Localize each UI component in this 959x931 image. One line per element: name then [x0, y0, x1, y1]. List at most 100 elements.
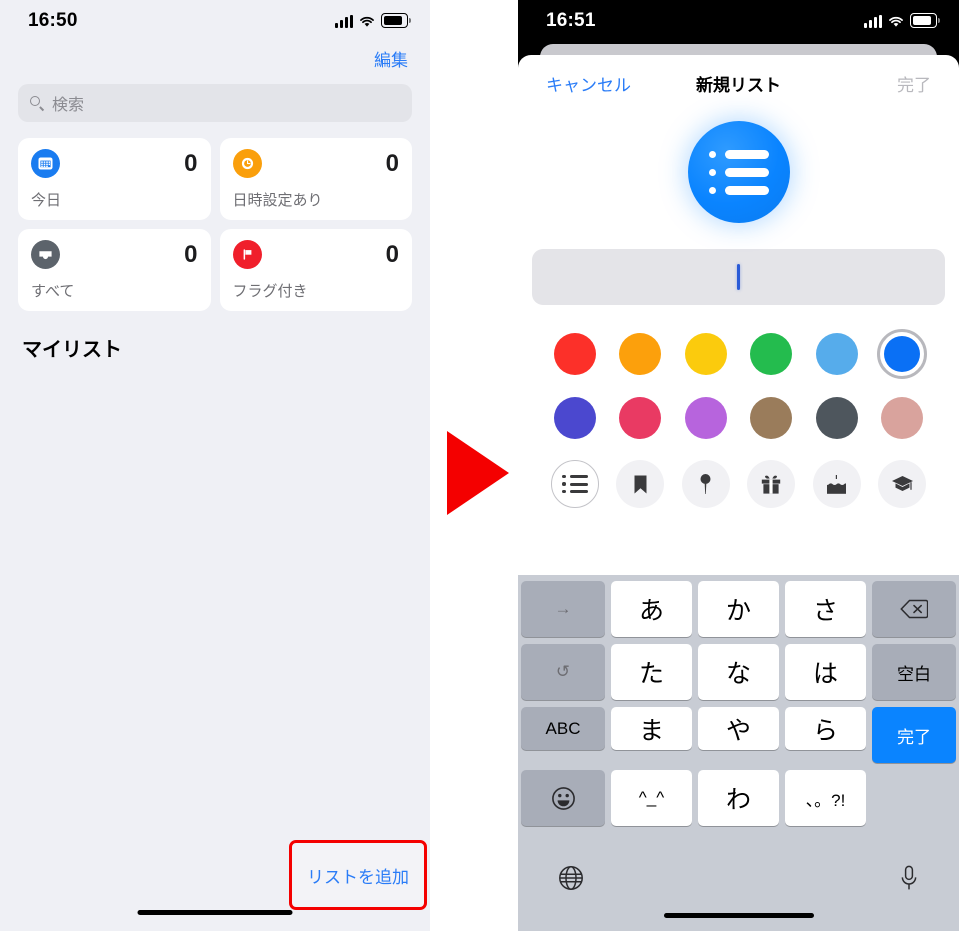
- home-indicator: [137, 910, 293, 915]
- globe-icon[interactable]: [558, 865, 584, 898]
- key-a[interactable]: あ: [611, 581, 692, 637]
- icon-option-list[interactable]: [550, 460, 599, 508]
- home-indicator: [663, 913, 814, 918]
- card-count: 0: [184, 149, 198, 177]
- icon-option-graduation-cap[interactable]: [878, 460, 927, 508]
- graduation-cap-icon: [891, 476, 913, 491]
- key-kaomoji[interactable]: ^_^: [611, 770, 692, 826]
- key-ma[interactable]: ま: [611, 707, 692, 750]
- key-wa[interactable]: わ: [698, 770, 779, 826]
- right-status-bar: 16:51: [518, 0, 959, 44]
- card-top-row: 0: [31, 149, 198, 178]
- icon-option-pin[interactable]: [681, 460, 730, 508]
- smart-list-card-flagged[interactable]: 0 フラグ付き: [219, 229, 412, 311]
- search-icon: [30, 95, 45, 111]
- card-label: フラグ付き: [232, 283, 308, 300]
- smart-list-card-all[interactable]: 0 すべて: [18, 229, 211, 311]
- smart-list-cards: 0 今日 0 日時設定あり 0 すべて 0 フラグ付き: [0, 122, 430, 311]
- color-picker: [542, 329, 935, 443]
- color-swatch-purple[interactable]: [681, 393, 731, 443]
- battery-icon: [381, 13, 411, 28]
- color-swatch-light-blue[interactable]: [812, 329, 862, 379]
- card-label: すべて: [31, 283, 75, 300]
- list-icon: [708, 149, 769, 195]
- card-top-row: 0: [232, 149, 399, 178]
- card-top-row: 0: [31, 240, 198, 269]
- list-name-input[interactable]: [532, 249, 945, 305]
- keyboard-keys: → あ か さ ↺ た な は 空白 ABC ま や ら 完了 ^_^ わ 、。…: [518, 581, 959, 826]
- key-return-done[interactable]: 完了: [872, 707, 956, 763]
- edit-button[interactable]: 編集: [374, 46, 408, 71]
- key-ka[interactable]: か: [698, 581, 779, 637]
- search-input[interactable]: 検索: [18, 84, 412, 122]
- status-icons: [864, 13, 940, 28]
- wifi-icon: [888, 15, 904, 28]
- keyboard-row-1: → あ か さ: [521, 581, 956, 637]
- wifi-icon: [359, 15, 375, 28]
- color-swatch-blue[interactable]: [877, 329, 928, 379]
- key-ha[interactable]: は: [785, 644, 866, 700]
- color-swatch-indigo[interactable]: [550, 393, 600, 443]
- key-undo[interactable]: ↺: [521, 644, 605, 700]
- list-icon-preview: [687, 121, 790, 223]
- key-emoji[interactable]: [521, 770, 605, 826]
- microphone-icon[interactable]: [899, 865, 919, 898]
- color-swatch-dark-gray[interactable]: [812, 393, 862, 443]
- status-time: 16:50: [28, 10, 78, 31]
- gift-icon: [762, 475, 781, 494]
- icon-option-cake[interactable]: [812, 460, 861, 508]
- card-label: 日時設定あり: [232, 192, 323, 209]
- key-ra[interactable]: ら: [785, 707, 866, 750]
- color-swatch-yellow[interactable]: [681, 329, 731, 379]
- left-phone-reminders-list: 16:50 編集 検索 0 今日 0 日時設定あり 0 すべて 0 フラグ付き …: [0, 0, 430, 931]
- key-sa[interactable]: さ: [785, 581, 866, 637]
- cellular-bars-icon: [335, 15, 353, 28]
- new-list-sheet: キャンセル 新規リスト 完了 → あ か さ ↺ た な は 空白 ABC ま …: [518, 55, 959, 931]
- key-backspace[interactable]: [872, 581, 956, 637]
- keyboard-row-3: ABC ま や ら 完了: [521, 707, 956, 763]
- add-list-button-annotation[interactable]: リストを追加: [289, 840, 427, 910]
- calendar-icon: [31, 149, 60, 178]
- battery-icon: [910, 13, 940, 28]
- cake-icon: [827, 474, 847, 494]
- key-abc[interactable]: ABC: [521, 707, 605, 750]
- key-ya[interactable]: や: [698, 707, 779, 750]
- smart-list-card-scheduled[interactable]: 0 日時設定あり: [219, 138, 412, 220]
- add-list-button[interactable]: リストを追加: [307, 863, 409, 888]
- cellular-bars-icon: [864, 15, 882, 28]
- key-na[interactable]: な: [698, 644, 779, 700]
- color-swatch-red[interactable]: [550, 329, 600, 379]
- color-swatch-brown[interactable]: [746, 393, 796, 443]
- flag-icon: [232, 240, 262, 269]
- smart-list-card-today[interactable]: 0 今日: [18, 138, 211, 220]
- key-cursor-right[interactable]: →: [521, 581, 605, 637]
- color-swatch-orange[interactable]: [615, 329, 665, 379]
- pin-icon: [700, 474, 711, 494]
- icon-option-bookmark[interactable]: [616, 460, 665, 508]
- card-count: 0: [184, 240, 198, 268]
- inbox-icon: [31, 240, 60, 269]
- key-punctuation[interactable]: 、。?!: [785, 770, 866, 826]
- color-swatch-pink[interactable]: [615, 393, 665, 443]
- list-icon: [562, 474, 588, 494]
- done-button[interactable]: 完了: [897, 71, 931, 96]
- list-preview-container: [518, 121, 959, 223]
- card-label: 今日: [31, 192, 62, 209]
- right-phone-new-list-sheet: 16:51 キャンセル 新規リスト 完了 → あ か さ ↺ た な は 空白 …: [518, 0, 959, 931]
- keyboard-row-4: ^_^ わ 、。?!: [521, 770, 956, 826]
- status-time: 16:51: [546, 10, 596, 31]
- key-ta[interactable]: た: [611, 644, 692, 700]
- card-top-row: 0: [232, 240, 399, 269]
- sheet-header: キャンセル 新規リスト 完了: [518, 55, 959, 111]
- clock-icon: [232, 149, 262, 178]
- smiley-icon: [551, 786, 575, 810]
- search-placeholder: 検索: [52, 97, 85, 114]
- icon-option-gift[interactable]: [747, 460, 796, 508]
- icon-picker: [542, 460, 935, 508]
- key-space[interactable]: 空白: [872, 644, 956, 700]
- keyboard-bottom-bar: [518, 853, 959, 931]
- color-swatch-green[interactable]: [746, 329, 796, 379]
- sheet-title: 新規リスト: [696, 75, 781, 95]
- color-swatch-dusty-rose[interactable]: [877, 393, 927, 443]
- screenshot-stage: 16:50 編集 検索 0 今日 0 日時設定あり 0 すべて 0 フラグ付き …: [0, 0, 959, 931]
